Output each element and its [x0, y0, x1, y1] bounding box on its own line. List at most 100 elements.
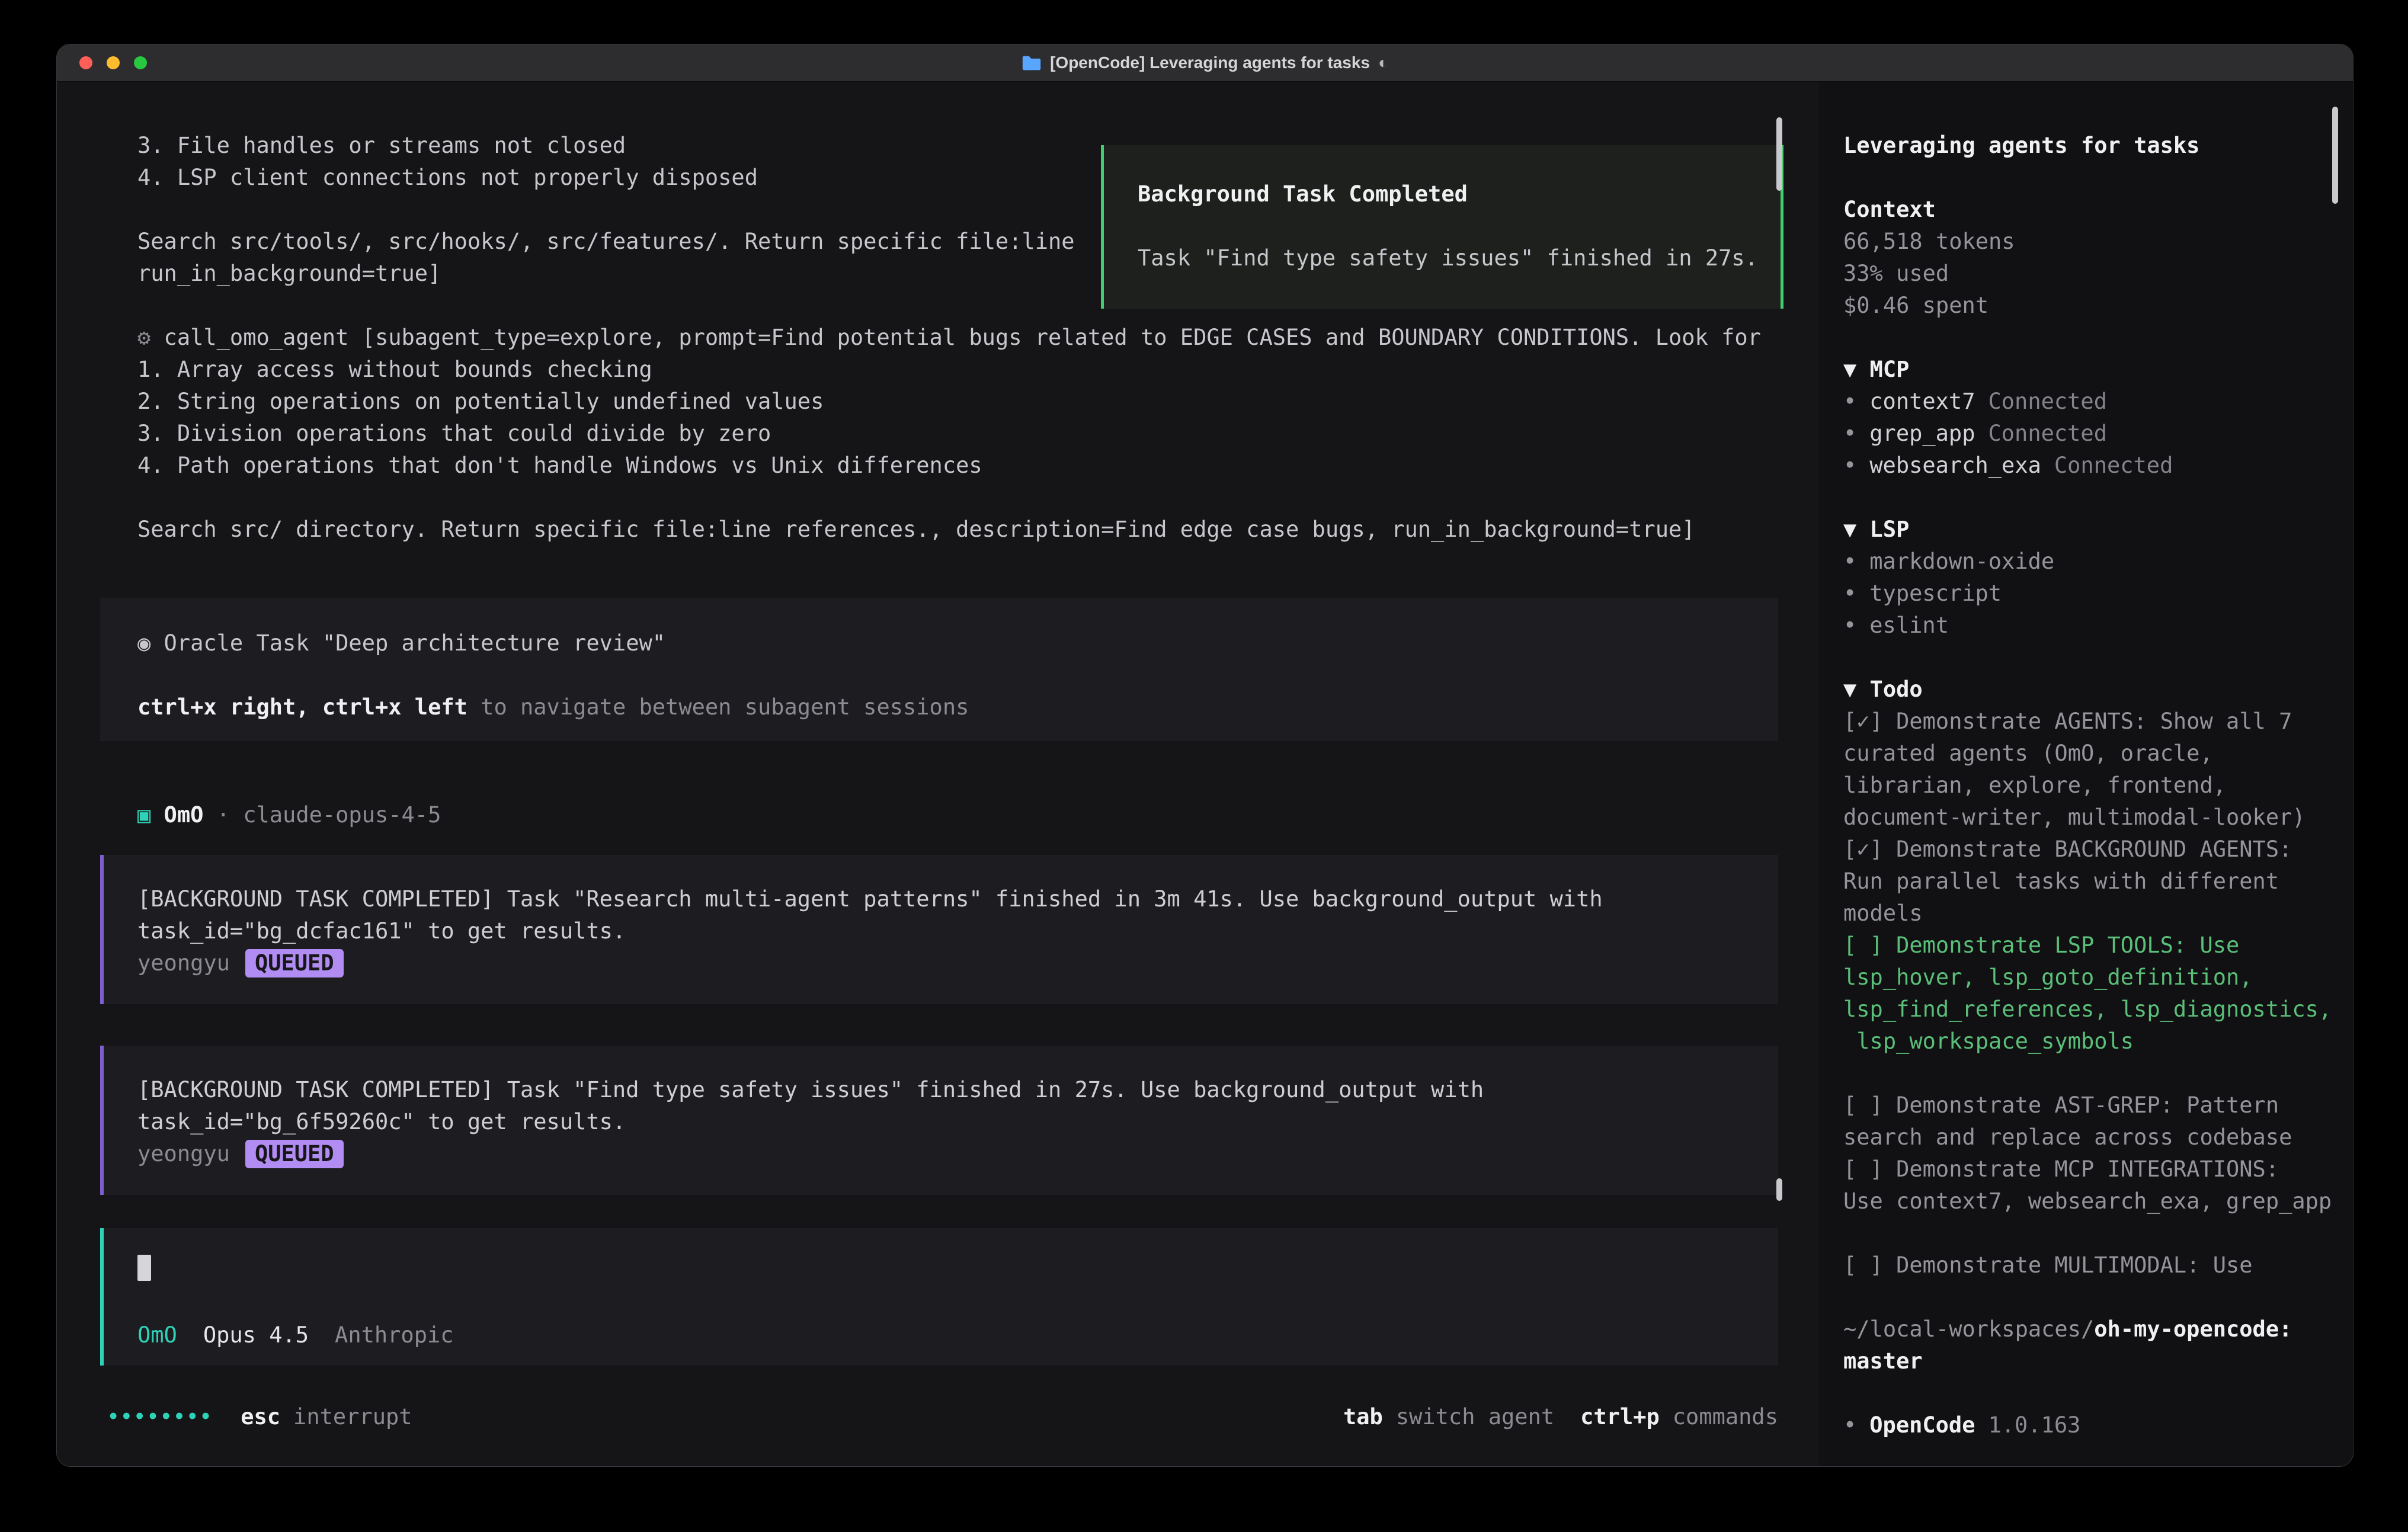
lsp-item: • typescript	[1843, 578, 2332, 610]
context-used: 33% used	[1843, 258, 2332, 290]
transcript-line: Search src/ directory. Return specific f…	[100, 514, 1778, 546]
context-spent: $0.46 spent	[1843, 290, 2332, 322]
message-line: [BACKGROUND TASK COMPLETED] Task "Find t…	[137, 1074, 1760, 1106]
agent-icon: ▣	[137, 802, 150, 828]
todo-line: librarian, explore, frontend,	[1843, 770, 2332, 802]
hint-keys: ctrl+x right, ctrl+x left	[137, 694, 467, 720]
todo-line: curated agents (OmO, oracle,	[1843, 738, 2332, 770]
todo-line: document-writer, multimodal-looker)	[1843, 802, 2332, 834]
mcp-status: Connected	[2054, 453, 2173, 478]
workspace-repo: oh-my-opencode:	[2094, 1316, 2292, 1342]
transcript-line: 3. Division operations that could divide…	[100, 418, 1778, 450]
transcript-line: 2. String operations on potentially unde…	[100, 386, 1778, 418]
todo-line: lsp_workspace_symbols	[1843, 1025, 2332, 1057]
prompt-input[interactable]: OmOOpus 4.5Anthropic	[100, 1228, 1778, 1366]
todo-line: Use context7, websearch_exa, grep_app	[1843, 1185, 2332, 1217]
oracle-task-panel[interactable]: ◉ Oracle Task "Deep architecture review"…	[100, 598, 1778, 741]
todo-line: Run parallel tasks with different	[1843, 866, 2332, 898]
lsp-item: •markdown-oxide	[1843, 546, 2332, 578]
message-block[interactable]: [BACKGROUND TASK COMPLETED] Task "Resear…	[100, 855, 1778, 1004]
todo-item-done: [✓] Demonstrate AGENTS: Show all 7 curat…	[1843, 706, 2332, 834]
loading-indicator-icon: ◐	[1378, 53, 1388, 72]
text-cursor	[137, 1255, 151, 1281]
prompt-cursor-line[interactable]	[137, 1254, 1760, 1286]
session-title: Leveraging agents for tasks	[1843, 130, 2332, 162]
zoom-button[interactable]	[134, 56, 147, 69]
todo-line: [ ] Demonstrate MULTIMODAL: Use	[1843, 1249, 2332, 1281]
status-badge: QUEUED	[245, 1140, 344, 1168]
mcp-item: •context7Connected	[1843, 386, 2332, 418]
mcp-item: • websearch_exa Connected	[1843, 450, 2332, 482]
mcp-item: •grep_appConnected	[1843, 418, 2332, 450]
message-author: yeongyu	[137, 950, 230, 976]
lsp-name: markdown-oxide	[1869, 549, 2054, 574]
mcp-status: Connected	[1988, 389, 2107, 414]
main-scrollbar-thumb[interactable]	[1776, 117, 1782, 191]
agent-header: ▣ OmO · claude-opus-4-5	[100, 799, 1778, 831]
todo-item-pending: [ ] Demonstrate MULTIMODAL: Use	[1843, 1249, 2332, 1281]
subagent-nav-hint: ctrl+x right, ctrl+x left to navigate be…	[137, 691, 1741, 723]
status-badge: QUEUED	[245, 949, 344, 977]
gear-icon: ⚙	[137, 325, 150, 350]
input-provider-name: Anthropic	[335, 1322, 453, 1348]
bullet-icon: •	[1843, 613, 1856, 638]
esc-key-label: interrupt	[293, 1401, 412, 1433]
message-line: task_id="bg_dcfac161" to get results.	[137, 915, 1760, 947]
tool-call-text: call_omo_agent [subagent_type=explore, p…	[150, 325, 1761, 350]
todo-line: [✓] Demonstrate BACKGROUND AGENTS:	[1843, 834, 2332, 866]
record-icon: ◉	[137, 630, 150, 656]
esc-key-hint: esc	[241, 1401, 280, 1433]
transcript-line	[100, 482, 1778, 514]
lsp-item: • eslint	[1843, 610, 2332, 642]
notification-body: Task "Find type safety issues" finished …	[1138, 242, 1763, 274]
spinner-dots-icon: ••••••••	[107, 1401, 212, 1433]
todo-line: lsp_find_references, lsp_diagnostics,	[1843, 993, 2332, 1025]
bullet-icon: •	[1843, 453, 1856, 478]
minimize-button[interactable]	[107, 56, 120, 69]
main-scrollbar-marker[interactable]	[1776, 1178, 1782, 1201]
agent-name: OmO	[150, 802, 203, 828]
model-selector[interactable]: OmOOpus 4.5Anthropic	[137, 1319, 1760, 1351]
mcp-name: websearch_exa	[1869, 453, 2041, 478]
ctrlp-key-hint: ctrl+p	[1580, 1401, 1660, 1433]
workspace-path: ~/local-workspaces/	[1843, 1316, 2094, 1342]
context-heading: Context	[1843, 194, 2332, 226]
bullet-icon: •	[1843, 581, 1856, 606]
workspace-path-line: ~/local-workspaces/oh-my-opencode:	[1843, 1313, 2332, 1345]
todo-item-pending: [ ] Demonstrate AST-GREP: Pattern search…	[1843, 1089, 2332, 1153]
sidebar-scrollbar-thumb[interactable]	[2332, 107, 2338, 204]
status-bar: •••••••• esc interrupt tab switch agent …	[100, 1401, 1778, 1433]
todo-line: [ ] Demonstrate AST-GREP: Pattern	[1843, 1089, 2332, 1121]
message-line: [BACKGROUND TASK COMPLETED] Task "Resear…	[137, 883, 1760, 915]
app-version-number: 1.0.163	[1988, 1412, 2081, 1438]
window-title-text: [OpenCode] Leveraging agents for tasks	[1050, 53, 1370, 72]
todo-item-done: [✓] Demonstrate BACKGROUND AGENTS: Run p…	[1843, 834, 2332, 930]
todo-line: search and replace across codebase	[1843, 1121, 2332, 1153]
lsp-section-toggle[interactable]: ▼ LSP	[1843, 514, 2332, 546]
lsp-name: eslint	[1869, 613, 1949, 638]
bullet-icon: •	[1843, 421, 1856, 446]
transcript-line: 1. Array access without bounds checking	[100, 354, 1778, 386]
tab-key-label: switch agent	[1396, 1401, 1554, 1433]
message-block[interactable]: [BACKGROUND TASK COMPLETED] Task "Find t…	[100, 1046, 1778, 1195]
mcp-section-toggle[interactable]: ▼ MCP	[1843, 354, 2332, 386]
notification-toast[interactable]: Background Task Completed Task "Find typ…	[1101, 145, 1783, 309]
ctrlp-key-label: commands	[1673, 1401, 1778, 1433]
input-agent-name: OmO	[137, 1322, 177, 1348]
chat-transcript[interactable]: 3. File handles or streams not closed 4.…	[100, 130, 1778, 1433]
tab-key-hint: tab	[1343, 1401, 1383, 1433]
todo-line: [ ] Demonstrate LSP TOOLS: Use	[1843, 930, 2332, 961]
app-version: •OpenCode1.0.163	[1843, 1409, 2332, 1441]
context-tokens: 66,518 tokens	[1843, 226, 2332, 258]
todo-section-toggle[interactable]: ▼ Todo	[1843, 674, 2332, 706]
bullet-icon: •	[1843, 389, 1856, 414]
oracle-task-title: ◉ Oracle Task "Deep architecture review"	[137, 627, 1741, 659]
tool-call-line: ⚙ call_omo_agent [subagent_type=explore,…	[100, 322, 1778, 354]
workspace-info: ~/local-workspaces/oh-my-opencode: maste…	[1843, 1313, 2332, 1377]
close-button[interactable]	[79, 56, 92, 69]
lsp-name: typescript	[1869, 581, 2002, 606]
todo-line: models	[1843, 898, 2332, 930]
message-line: task_id="bg_6f59260c" to get results.	[137, 1106, 1760, 1138]
todo-line: [ ] Demonstrate MCP INTEGRATIONS:	[1843, 1153, 2332, 1185]
window-titlebar[interactable]: [OpenCode] Leveraging agents for tasks ◐	[57, 44, 2353, 82]
